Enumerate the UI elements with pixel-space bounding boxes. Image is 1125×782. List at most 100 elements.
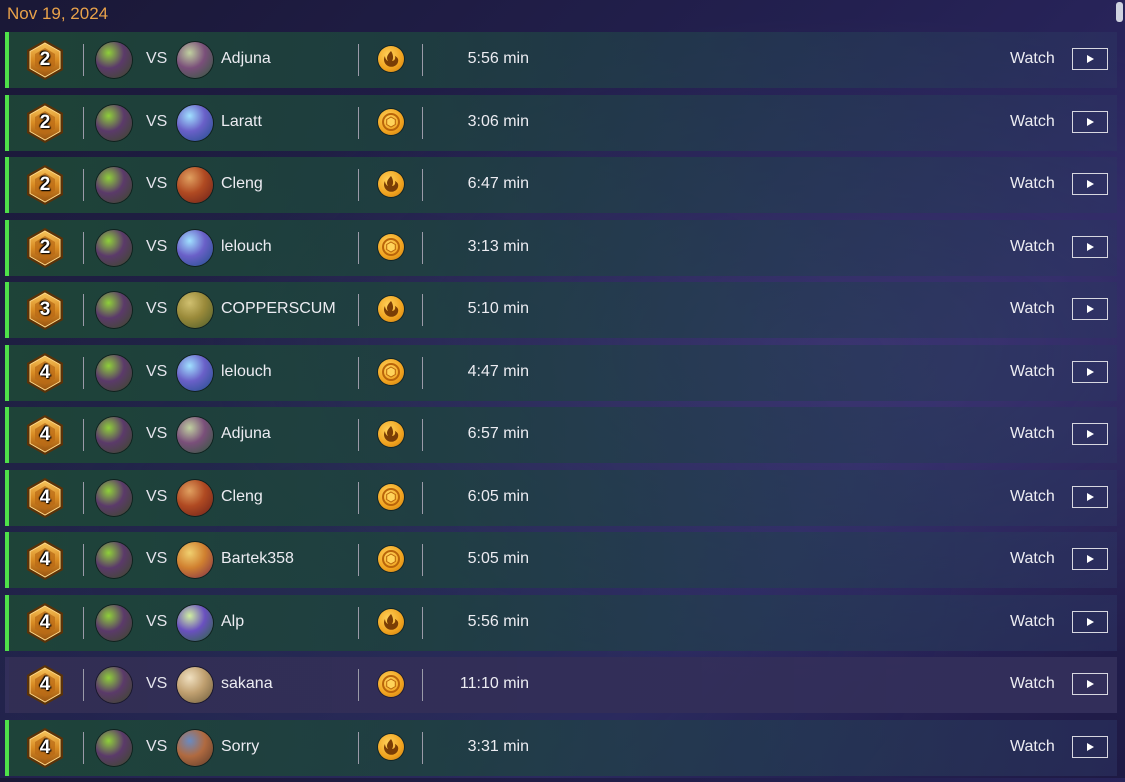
vs-label: VS xyxy=(146,487,168,505)
match-row[interactable]: 4 VS Bartek358 5:05 min Watch xyxy=(5,532,1117,588)
rank-medal-icon: 4 xyxy=(25,664,65,706)
divider xyxy=(358,419,359,451)
rank-number: 4 xyxy=(39,361,51,383)
divider xyxy=(83,294,84,326)
vs-label: VS xyxy=(146,362,168,380)
opponent-name: Adjuna xyxy=(221,50,271,67)
divider xyxy=(83,731,84,764)
match-row[interactable]: 4 VS Cleng 6:05 min Watch xyxy=(5,469,1117,526)
vs-label: VS xyxy=(146,675,168,692)
watch-replay-button[interactable] xyxy=(1072,548,1108,570)
opponent-avatar xyxy=(177,292,213,328)
watch-replay-button[interactable] xyxy=(1072,485,1108,508)
watch-label[interactable]: Watch xyxy=(1010,175,1055,193)
rank-medal-icon: 3 xyxy=(25,289,65,331)
rank-number: 2 xyxy=(39,49,51,70)
opponent-name: Laratt xyxy=(221,112,262,130)
rank-medal-icon: 4 xyxy=(25,539,65,581)
watch-replay-button[interactable] xyxy=(1072,235,1108,258)
match-row[interactable]: 2 VS Adjuna 5:56 min Watch xyxy=(5,32,1117,88)
play-icon xyxy=(1087,242,1094,251)
match-row[interactable]: 3 VS COPPERSCUM 5:10 min Watch xyxy=(5,282,1117,338)
watch-replay-button[interactable] xyxy=(1072,298,1108,320)
match-row[interactable]: 4 VS Alp 5:56 min Watch xyxy=(5,594,1117,651)
opponent-avatar xyxy=(177,479,213,516)
date-header: Nov 19, 2024 xyxy=(7,4,109,23)
watch-label[interactable]: Watch xyxy=(1010,488,1055,506)
watch-replay-button[interactable] xyxy=(1072,110,1108,133)
divider xyxy=(422,231,423,264)
watch-label[interactable]: Watch xyxy=(1010,425,1055,443)
watch-replay-button[interactable] xyxy=(1072,48,1108,70)
divider xyxy=(358,106,359,139)
scrollbar-thumb[interactable] xyxy=(1116,2,1123,22)
vs-label: VS xyxy=(146,425,168,442)
watch-label[interactable]: Watch xyxy=(1010,113,1055,131)
watch-replay-button[interactable] xyxy=(1072,673,1108,695)
watch-replay-button[interactable] xyxy=(1072,360,1108,383)
vs-label: VS xyxy=(146,237,168,255)
divider xyxy=(422,44,423,76)
watch-replay-button[interactable] xyxy=(1072,735,1108,758)
match-row[interactable]: 4 VS Sorry 3:31 min Watch xyxy=(5,719,1117,776)
divider xyxy=(83,106,84,139)
player-avatar xyxy=(96,604,132,641)
watch-replay-button[interactable] xyxy=(1072,173,1108,195)
rank-medal-icon: 4 xyxy=(25,414,65,456)
watch-label[interactable]: Watch xyxy=(1010,613,1055,631)
opponent-name: Cleng xyxy=(221,175,263,192)
match-row[interactable]: 4 VS lelouch 4:47 min Watch xyxy=(5,344,1117,401)
divider xyxy=(358,731,359,764)
rank-number: 4 xyxy=(39,736,51,758)
play-icon xyxy=(1087,180,1094,188)
watch-label[interactable]: Watch xyxy=(1010,300,1055,318)
play-icon xyxy=(1087,492,1094,501)
rank-number: 4 xyxy=(39,424,51,445)
vs-label: VS xyxy=(146,50,168,67)
match-duration: 6:05 min xyxy=(467,487,529,505)
opponent-avatar xyxy=(177,42,213,78)
match-row[interactable]: 4 VS Adjuna 6:57 min Watch xyxy=(5,407,1117,463)
watch-replay-button[interactable] xyxy=(1072,610,1108,633)
rank-medal-icon: 2 xyxy=(25,227,65,269)
divider xyxy=(358,294,359,326)
vs-label: VS xyxy=(146,550,168,567)
watch-label[interactable]: Watch xyxy=(1010,550,1055,568)
watch-label[interactable]: Watch xyxy=(1010,675,1055,693)
divider xyxy=(83,44,84,76)
divider xyxy=(422,294,423,326)
match-row[interactable]: 2 VS lelouch 3:13 min Watch xyxy=(5,219,1117,276)
rank-number: 4 xyxy=(39,486,51,508)
player-avatar xyxy=(96,354,132,391)
divider xyxy=(358,606,359,639)
opponent-avatar xyxy=(177,354,213,391)
watch-replay-button[interactable] xyxy=(1072,423,1108,445)
match-list: 2 VS Adjuna 5:56 min Watch 2 VS Laratt 3:06 min W… xyxy=(5,32,1117,782)
divider xyxy=(83,481,84,514)
opponent-name: Cleng xyxy=(221,487,263,505)
opponent-avatar xyxy=(177,167,213,203)
watch-label[interactable]: Watch xyxy=(1010,363,1055,381)
rank-medal-icon: 4 xyxy=(25,477,65,519)
play-icon xyxy=(1087,367,1094,376)
divider xyxy=(422,419,423,451)
match-row[interactable]: 4 VS sakana 11:10 min Watch xyxy=(5,657,1117,713)
divider xyxy=(422,606,423,639)
coin-icon xyxy=(378,233,404,260)
match-row[interactable]: 2 VS Cleng 6:47 min Watch xyxy=(5,157,1117,213)
match-row[interactable]: 2 VS Laratt 3:06 min Watch xyxy=(5,94,1117,151)
opponent-name: Sorry xyxy=(221,737,260,755)
rank-medal-icon: 2 xyxy=(25,102,65,144)
player-avatar xyxy=(96,417,132,453)
match-duration: 4:47 min xyxy=(467,362,529,380)
match-duration: 11:10 min xyxy=(459,675,529,692)
match-duration: 5:05 min xyxy=(467,550,529,567)
divider xyxy=(83,231,84,264)
watch-label[interactable]: Watch xyxy=(1010,738,1055,756)
rank-medal-icon: 4 xyxy=(25,602,65,644)
divider xyxy=(83,419,84,451)
watch-label[interactable]: Watch xyxy=(1010,50,1055,68)
vs-label: VS xyxy=(146,112,168,130)
vs-label: VS xyxy=(146,175,168,192)
watch-label[interactable]: Watch xyxy=(1010,238,1055,256)
